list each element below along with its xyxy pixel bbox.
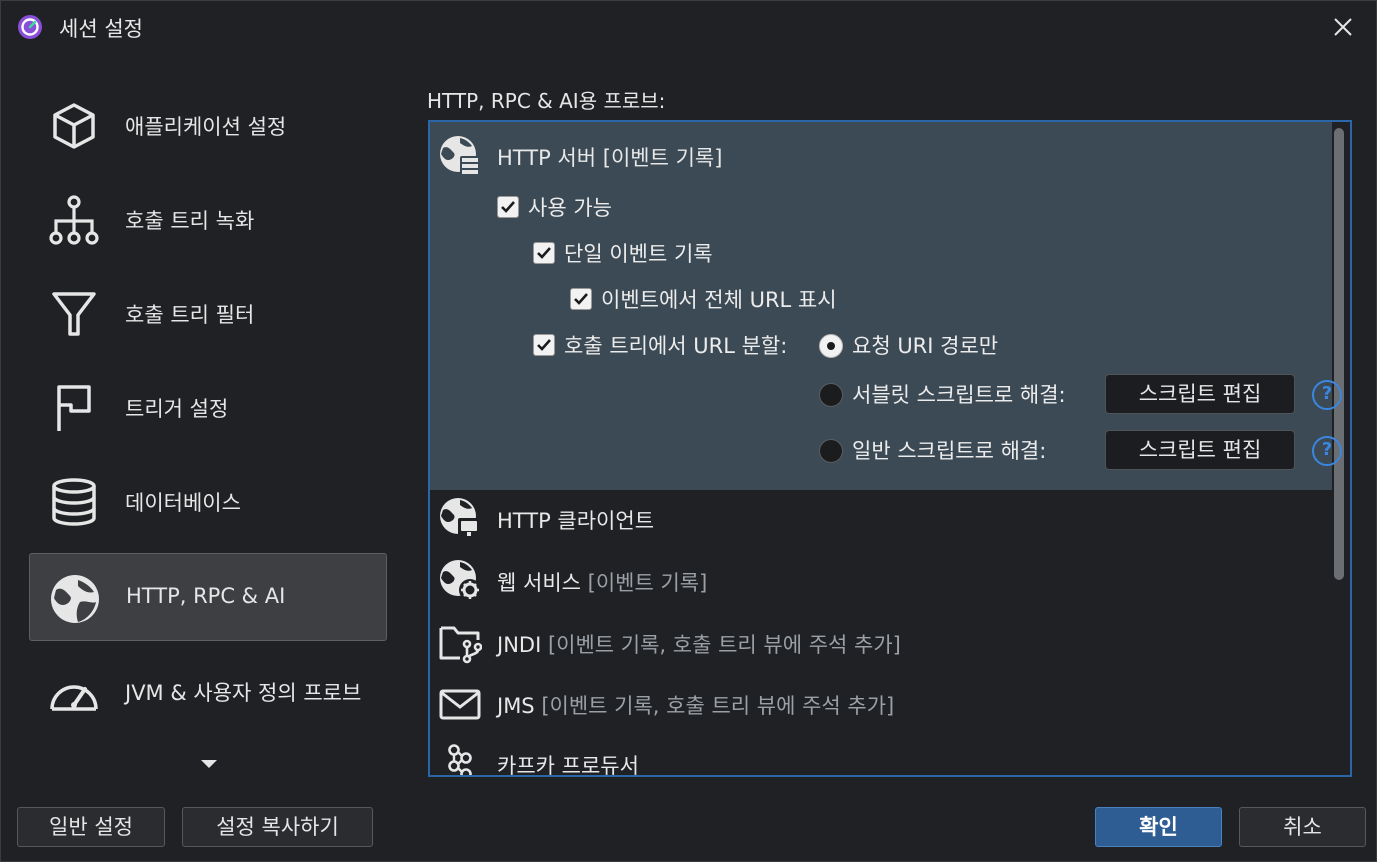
sidebar-item-label: JVM & 사용자 정의 프로브 — [125, 681, 362, 705]
sidebar-item-trigger-settings[interactable]: 트리거 설정 — [29, 363, 385, 449]
help-icon[interactable]: ? — [1312, 380, 1342, 410]
edit-general-script-button[interactable]: 스크립트 편집 — [1105, 430, 1295, 470]
checkmark-icon — [537, 339, 551, 351]
checkmark-icon — [574, 293, 588, 305]
general-settings-button[interactable]: 일반 설정 — [17, 807, 165, 847]
sidebar-item-database[interactable]: 데이터베이스 — [29, 457, 385, 543]
sidebar-item-http-rpc-ai[interactable]: HTTP, RPC & AI — [29, 553, 387, 641]
title-bar: 세션 설정 — [1, 1, 1376, 53]
probe-title-jms[interactable]: JMS [이벤트 기록, 호출 트리 뷰에 주석 추가] — [497, 690, 894, 720]
probe-list[interactable]: HTTP 서버 [이벤트 기록] 사용 가능 단일 이벤트 기록 이벤트에서 전… — [428, 120, 1352, 777]
envelope-icon — [439, 689, 481, 720]
ok-button[interactable]: 확인 — [1095, 807, 1222, 847]
scrollbar[interactable] — [1334, 128, 1344, 580]
split-url-checkbox[interactable] — [533, 334, 555, 356]
section-label: HTTP, RPC & AI용 프로브: — [427, 89, 666, 113]
sidebar-item-label: HTTP, RPC & AI — [126, 584, 286, 608]
globe-client-icon — [440, 498, 480, 538]
sidebar-item-label: 애플리케이션 설정 — [125, 115, 287, 139]
single-event-checkbox[interactable] — [533, 242, 555, 264]
general-script-label: 일반 스크립트로 해결: — [852, 439, 1047, 463]
full-url-label: 이벤트에서 전체 URL 표시 — [601, 288, 837, 312]
checkmark-icon — [537, 247, 551, 259]
enabled-checkbox[interactable] — [497, 196, 519, 218]
probe-title-jndi[interactable]: JNDI [이벤트 기록, 호출 트리 뷰에 주석 추가] — [497, 629, 901, 659]
sidebar-item-label: 호출 트리 녹화 — [125, 209, 255, 233]
servlet-script-radio[interactable] — [819, 383, 843, 407]
kafka-icon — [448, 744, 472, 775]
globe-server-icon — [440, 136, 480, 176]
filter-icon — [52, 292, 96, 336]
help-icon[interactable]: ? — [1312, 436, 1342, 466]
tree-icon — [49, 195, 99, 245]
full-url-checkbox[interactable] — [570, 288, 592, 310]
window-title: 세션 설정 — [59, 17, 143, 41]
globe-gear-icon — [440, 560, 481, 601]
sidebar: 애플리케이션 설정 호출 트리 녹화 호출 트리 필터 트리거 설정 데이터베이… — [29, 71, 387, 781]
probe-title-http-server[interactable]: HTTP 서버 [이벤트 기록] — [497, 142, 722, 172]
sidebar-item-label: 데이터베이스 — [125, 491, 241, 515]
cube-icon — [53, 103, 95, 149]
probe-title-http-client[interactable]: HTTP 클라이언트 — [497, 505, 654, 535]
sidebar-item-jvm-custom-probes[interactable]: JVM & 사용자 정의 프로브 — [29, 647, 385, 733]
session-settings-dialog: 세션 설정 애플리케이션 설정 호출 트리 녹화 호출 트리 필터 트리거 설정… — [0, 0, 1377, 862]
cancel-button[interactable]: 취소 — [1239, 807, 1366, 847]
probe-title-kafka-producer[interactable]: 카프카 프로듀서 — [497, 750, 639, 775]
sidebar-item-label: 호출 트리 필터 — [125, 303, 255, 327]
sidebar-item-application-settings[interactable]: 애플리케이션 설정 — [29, 81, 385, 167]
probe-title-web-services[interactable]: 웹 서비스 [이벤트 기록] — [497, 567, 707, 597]
flag-icon — [57, 385, 91, 431]
copy-settings-button[interactable]: 설정 복사하기 — [182, 807, 373, 847]
checkmark-icon — [501, 201, 515, 213]
folder-branch-icon — [439, 626, 482, 664]
split-url-label: 호출 트리에서 URL 분할: — [564, 334, 788, 358]
request-uri-label: 요청 URI 경로만 — [852, 334, 999, 358]
database-icon — [52, 478, 96, 526]
sidebar-item-call-tree-recording[interactable]: 호출 트리 녹화 — [29, 175, 385, 261]
globe-icon — [51, 575, 99, 623]
gauge-icon — [50, 685, 98, 711]
single-event-label: 단일 이벤트 기록 — [564, 242, 713, 266]
close-icon[interactable] — [1327, 11, 1359, 43]
general-script-radio[interactable] — [819, 439, 843, 463]
request-uri-radio[interactable] — [819, 334, 843, 358]
chevron-down-icon[interactable] — [199, 757, 219, 771]
sidebar-item-call-tree-filter[interactable]: 호출 트리 필터 — [29, 269, 385, 355]
enabled-label: 사용 가능 — [528, 196, 612, 220]
servlet-script-label: 서블릿 스크립트로 해결: — [852, 383, 1066, 407]
sidebar-item-label: 트리거 설정 — [125, 397, 229, 421]
edit-servlet-script-button[interactable]: 스크립트 편집 — [1105, 374, 1295, 414]
app-logo-icon — [18, 15, 42, 39]
